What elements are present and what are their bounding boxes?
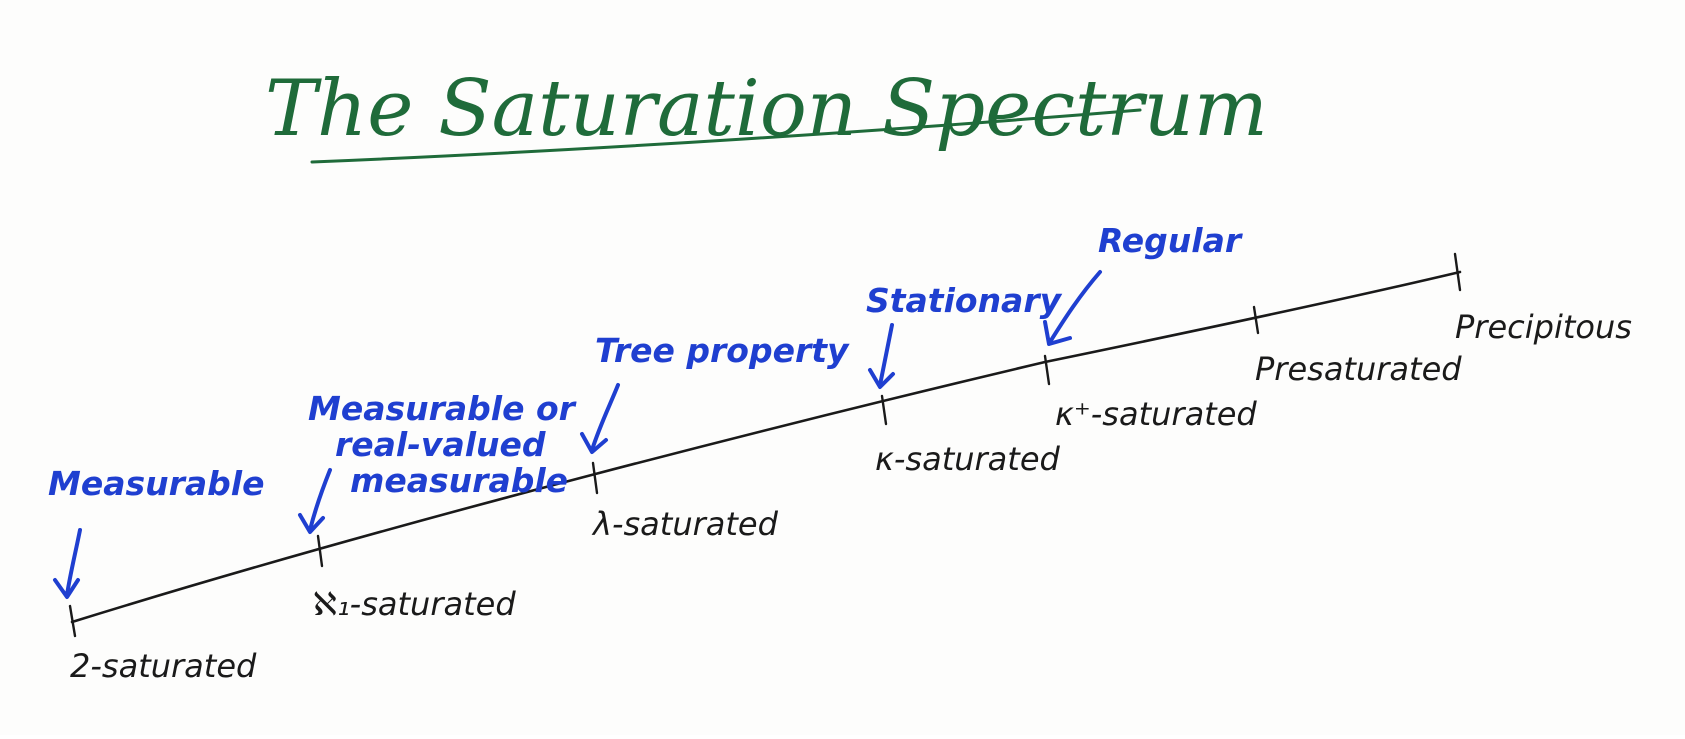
tick-label: κ⁺-saturated [1055,395,1257,433]
tick-label: λ-saturated [591,505,779,543]
tick-aleph1-saturated [316,534,324,568]
annotation-label: Measurable or [308,389,577,428]
annotation-label: Stationary [866,281,1063,320]
annotation-label: Regular [1098,221,1243,260]
tick-label: 2-saturated [70,647,257,685]
arrow-real-valued-measurable [298,468,332,534]
spectrum-axis [70,270,1462,624]
tick-label: κ-saturated [875,440,1061,478]
arrow-tree-property [580,383,620,454]
annotation-label: real-valued [335,425,546,464]
tick-label: Presaturated [1255,350,1462,388]
annotation-label: Measurable [48,464,264,503]
annotation-label: Tree property [595,331,850,370]
annotation-label: measurable [350,461,568,500]
diagram-title: The Saturation Spectrum [265,64,1268,154]
arrow-stationary [868,323,895,389]
arrow-measurable [53,528,82,599]
saturation-spectrum-diagram: The Saturation Spectrum 2-saturated ℵ₁-s… [48,64,1632,685]
tick-label: ℵ₁-saturated [313,585,516,623]
diagram-canvas: The Saturation Spectrum 2-saturated ℵ₁-s… [0,0,1685,735]
tick-label: Precipitous [1455,308,1632,346]
tick-presaturated [1252,305,1260,335]
tick-lambda-saturated [591,461,599,495]
